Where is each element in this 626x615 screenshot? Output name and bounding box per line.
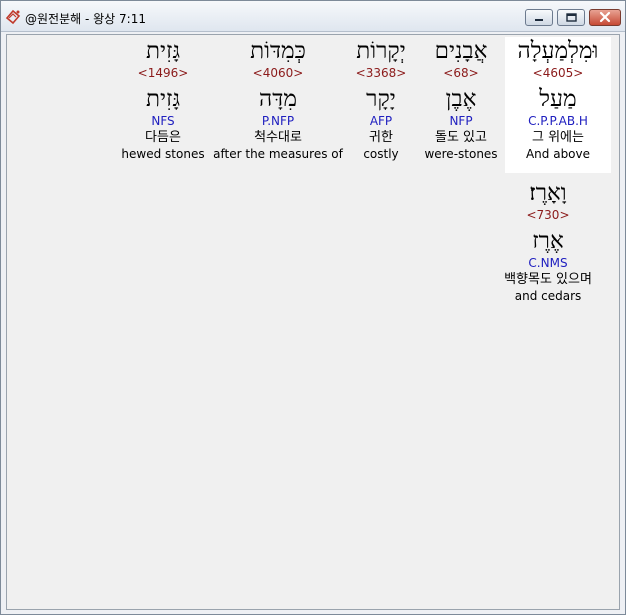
window-title: @원전분해 - 왕상 7:11: [25, 12, 146, 26]
hebrew-word: וּמִלְמַעְלָה: [517, 38, 599, 64]
minimize-icon: [535, 19, 543, 21]
strong-number[interactable]: <4605>: [505, 65, 611, 81]
word-block[interactable]: אֲבָנִים <68> אֶבֶן NFP 돌도 있고 were-stone…: [421, 37, 501, 173]
strong-number[interactable]: <4060>: [213, 65, 343, 81]
hebrew-lemma: אֶרֶז: [532, 228, 564, 254]
english-gloss: were-stones: [424, 147, 498, 161]
close-button[interactable]: [589, 9, 621, 26]
morphology-code: C.NMS: [528, 256, 568, 270]
english-gloss: and cedars: [514, 289, 582, 303]
strong-number[interactable]: <3368>: [343, 65, 419, 81]
english-gloss: costly: [363, 147, 399, 161]
strong-number[interactable]: <1496>: [117, 65, 209, 81]
hebrew-lemma: מִדָּה: [259, 86, 297, 112]
morphology-code: AFP: [369, 114, 393, 128]
hebrew-word: יְקָרוֹת: [356, 38, 406, 64]
english-gloss: hewed stones: [121, 147, 205, 161]
analysis-panel[interactable]: וּמִלְמַעְלָה <4605> מַעַל C.P.P.AB.H 그 …: [6, 34, 620, 610]
english-gloss: after the measures of: [213, 147, 343, 161]
korean-gloss: 돌도 있고: [435, 130, 487, 145]
hebrew-lemma: אֶבֶן: [445, 86, 477, 112]
app-window: @원전분해 - 왕상 7:11 וּמִלְמַעְלָה <4605> מַע…: [0, 0, 626, 615]
strong-number[interactable]: <68>: [421, 65, 501, 81]
word-block[interactable]: גָּזִית <1496> גָּזִית NFS 다듬은 hewed sto…: [117, 37, 209, 173]
morphology-code: NFS: [151, 114, 175, 128]
hebrew-word: כְּמִדּוֹת: [250, 38, 306, 64]
minimize-button[interactable]: [525, 9, 553, 26]
hebrew-word: גָּזִית: [145, 38, 181, 64]
close-icon: [599, 11, 611, 23]
hebrew-lemma: מַעַל: [539, 86, 577, 112]
korean-gloss: 척수대로: [254, 130, 302, 145]
morphology-code: NFP: [449, 114, 473, 128]
korean-gloss: 그 위에는: [532, 130, 584, 145]
hebrew-word: אֲבָנִים: [434, 38, 488, 64]
strong-number[interactable]: <730>: [489, 207, 607, 223]
app-logo-icon: [5, 9, 21, 25]
korean-gloss: 다듬은: [145, 130, 181, 145]
hebrew-lemma: יָקָר: [366, 86, 396, 112]
word-block[interactable]: וּמִלְמַעְלָה <4605> מַעַל C.P.P.AB.H 그 …: [505, 37, 611, 173]
word-block[interactable]: יְקָרוֹת <3368> יָקָר AFP 귀한 costly: [343, 37, 419, 173]
title-bar[interactable]: @원전분해 - 왕상 7:11: [1, 1, 625, 32]
hebrew-word: וָאָרֶז׃: [529, 180, 567, 206]
english-gloss: And above: [525, 147, 591, 161]
word-block[interactable]: כְּמִדּוֹת <4060> מִדָּה P.NFP 척수대로 afte…: [213, 37, 343, 173]
korean-gloss: 귀한: [369, 130, 393, 145]
hebrew-lemma: גָּזִית: [145, 86, 181, 112]
maximize-icon: [566, 13, 577, 22]
morphology-code: P.NFP: [261, 114, 295, 128]
morphology-code: C.P.P.AB.H: [528, 114, 588, 128]
korean-gloss: 백향목도 있으며: [504, 272, 592, 287]
word-block[interactable]: וָאָרֶז׃ <730> אֶרֶז C.NMS 백향목도 있으며 and …: [489, 179, 607, 315]
maximize-button[interactable]: [557, 9, 585, 26]
